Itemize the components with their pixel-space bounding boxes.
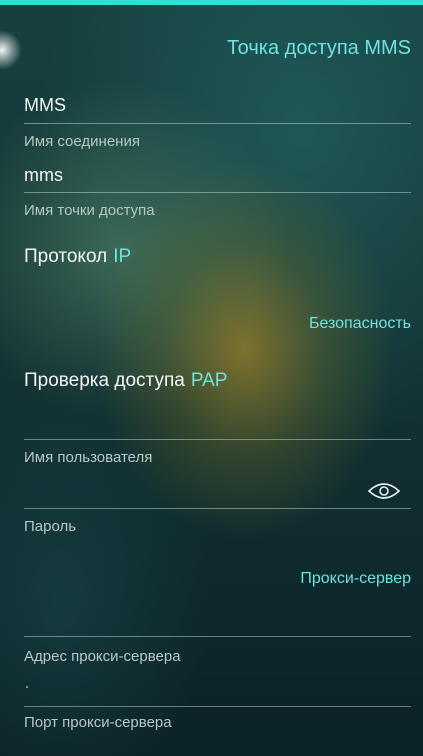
connection-name-label: Имя соединения	[24, 133, 140, 150]
proxy-port-underline	[24, 706, 411, 707]
connection-name-underline	[24, 123, 411, 124]
auth-value: PAP	[190, 370, 228, 391]
eye-icon[interactable]	[367, 481, 401, 501]
password-input[interactable]	[24, 480, 354, 506]
username-label: Имя пользователя	[24, 449, 153, 466]
username-underline	[24, 439, 411, 440]
light-glow	[0, 30, 22, 70]
proxy-section-title: Прокси-сервер	[300, 570, 411, 587]
connection-name-input[interactable]: MMS	[24, 95, 66, 116]
auth-label: Проверка доступа	[24, 370, 185, 391]
security-section-title: Безопасность	[308, 315, 411, 332]
password-label: Пароль	[24, 518, 77, 535]
proxy-port-input[interactable]	[24, 674, 404, 700]
proxy-port-label: Порт прокси-сервера	[24, 714, 172, 731]
proxy-address-label: Адрес прокси-сервера	[24, 648, 181, 665]
apn-input[interactable]: mms	[24, 165, 63, 186]
proxy-address-underline	[24, 636, 411, 637]
page-title: Точка доступа MMS	[227, 37, 411, 59]
protocol-label: Протокол	[24, 246, 108, 267]
username-input[interactable]	[24, 410, 404, 436]
apn-label: Имя точки доступа	[24, 202, 155, 219]
proxy-address-input[interactable]	[24, 606, 404, 632]
auth-selector[interactable]: Проверка доступа PAP	[24, 370, 227, 392]
protocol-selector[interactable]: Протокол IP	[24, 246, 131, 268]
password-underline	[24, 508, 411, 509]
top-accent-bar	[0, 0, 423, 5]
protocol-value: IP	[113, 246, 132, 267]
apn-underline	[24, 192, 411, 193]
